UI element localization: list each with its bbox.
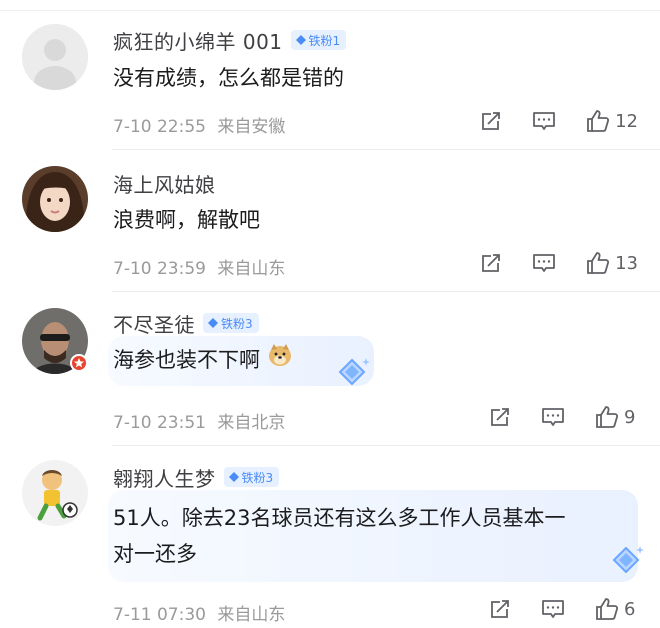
reply-button[interactable] — [540, 405, 566, 429]
author-row: 海上风姑娘 — [113, 169, 216, 198]
comment-location: 来自安徽 — [217, 117, 286, 137]
comment-actions: 6 — [488, 596, 638, 622]
diamond-icon — [228, 472, 239, 482]
comment-item: 不尽圣徒 铁粉3 海参也装不下啊 7-10 23:51 来自北京 9 — [0, 292, 660, 446]
thumbs-up-icon — [587, 252, 610, 274]
comment-icon — [542, 600, 564, 618]
avatar[interactable] — [22, 24, 88, 90]
like-button[interactable]: 9 — [594, 404, 638, 430]
like-button[interactable]: 12 — [585, 108, 638, 134]
comment-item: 疯狂的小绵羊 001 铁粉1 没有成绩，怎么都是错的 7-10 22:55 来自… — [0, 0, 660, 150]
comment-meta: 7-10 23:51 来自北京 — [113, 408, 285, 433]
comment-text: 海参也装不下啊 — [113, 348, 260, 372]
author-name[interactable]: 翱翔人生梦 — [113, 463, 216, 492]
verified-badge-icon — [74, 358, 84, 368]
comment-text: 没有成绩，怎么都是错的 — [113, 66, 344, 90]
default-avatar-icon — [22, 24, 88, 90]
cartoon-avatar-icon — [22, 460, 88, 526]
reply-button[interactable] — [531, 109, 557, 133]
comment-actions: 12 — [479, 108, 638, 134]
like-count: 9 — [624, 406, 636, 428]
comment-icon — [533, 254, 555, 272]
like-count: 13 — [615, 252, 638, 274]
author-name[interactable]: 疯狂的小绵羊 001 — [113, 26, 283, 55]
diamond-icon — [338, 358, 370, 386]
fan-badge-label: 铁粉3 — [241, 470, 274, 485]
reply-button[interactable] — [531, 251, 557, 275]
share-icon — [482, 254, 500, 272]
comment-item: 海上风姑娘 浪费啊，解散吧 7-10 23:59 来自山东 13 — [0, 150, 660, 292]
diamond-icon — [208, 318, 218, 328]
comment-time: 7-10 22:55 — [113, 117, 206, 137]
user-photo-icon — [22, 166, 88, 232]
comment-list: 疯狂的小绵羊 001 铁粉1 没有成绩，怎么都是错的 7-10 22:55 来自… — [0, 0, 660, 628]
comment-text-row: 海参也装不下啊 — [113, 340, 293, 381]
fan-badge[interactable]: 铁粉1 — [290, 30, 347, 50]
comment-actions: 13 — [479, 250, 638, 276]
avatar[interactable] — [22, 460, 88, 526]
share-icon — [491, 600, 509, 618]
comment-text-line: 对一还多 — [113, 542, 197, 566]
thumbs-up-icon — [596, 598, 619, 620]
comment-location: 来自山东 — [217, 259, 286, 279]
comment-time: 7-10 23:59 — [113, 259, 206, 279]
avatar[interactable] — [22, 166, 88, 232]
author-row: 翱翔人生梦 铁粉3 — [113, 463, 280, 492]
like-count: 6 — [624, 598, 636, 620]
fan-badge[interactable]: 铁粉3 — [223, 467, 280, 487]
thumbs-up-icon — [587, 110, 610, 132]
comment-time: 7-10 23:51 — [113, 413, 206, 433]
share-button[interactable] — [479, 251, 503, 275]
comment-item: 翱翔人生梦 铁粉3 51人。除去23名球员还有这么多工作人员基本一 对一还多 7… — [0, 446, 660, 628]
thumbs-up-icon — [596, 406, 619, 428]
doge-emoji-icon — [267, 341, 293, 381]
verified-badge — [70, 354, 88, 372]
comment-meta: 7-10 22:55 来自安徽 — [113, 112, 285, 137]
comment-meta: 7-11 07:30 来自山东 — [113, 600, 285, 625]
comment-text-line: 51人。除去23名球员还有这么多工作人员基本一 — [113, 506, 566, 530]
fan-badge[interactable]: 铁粉3 — [203, 313, 259, 333]
diamond-icon — [612, 546, 644, 574]
like-button[interactable]: 6 — [594, 596, 638, 622]
like-count: 12 — [615, 110, 638, 132]
comment-location: 来自北京 — [217, 413, 286, 433]
share-icon — [482, 112, 500, 130]
reply-button[interactable] — [540, 597, 566, 621]
comment-icon — [533, 112, 555, 130]
comment-meta: 7-10 23:59 来自山东 — [113, 254, 285, 279]
comment-time: 7-11 07:30 — [113, 605, 206, 625]
diamond-icon — [295, 35, 306, 45]
author-name[interactable]: 海上风姑娘 — [113, 169, 216, 198]
comment-icon — [542, 408, 564, 426]
author-name[interactable]: 不尽圣徒 — [113, 309, 195, 338]
share-icon — [491, 408, 509, 426]
fan-badge-label: 铁粉1 — [308, 33, 341, 48]
comment-location: 来自山东 — [217, 605, 286, 625]
comment-actions: 9 — [488, 404, 638, 430]
share-button[interactable] — [488, 405, 512, 429]
author-row: 疯狂的小绵羊 001 铁粉1 — [113, 26, 347, 55]
share-button[interactable] — [488, 597, 512, 621]
share-button[interactable] — [479, 109, 503, 133]
comment-text: 浪费啊，解散吧 — [113, 208, 260, 232]
like-button[interactable]: 13 — [585, 250, 638, 276]
author-row: 不尽圣徒 铁粉3 — [113, 309, 259, 338]
fan-badge-label: 铁粉3 — [221, 316, 253, 331]
